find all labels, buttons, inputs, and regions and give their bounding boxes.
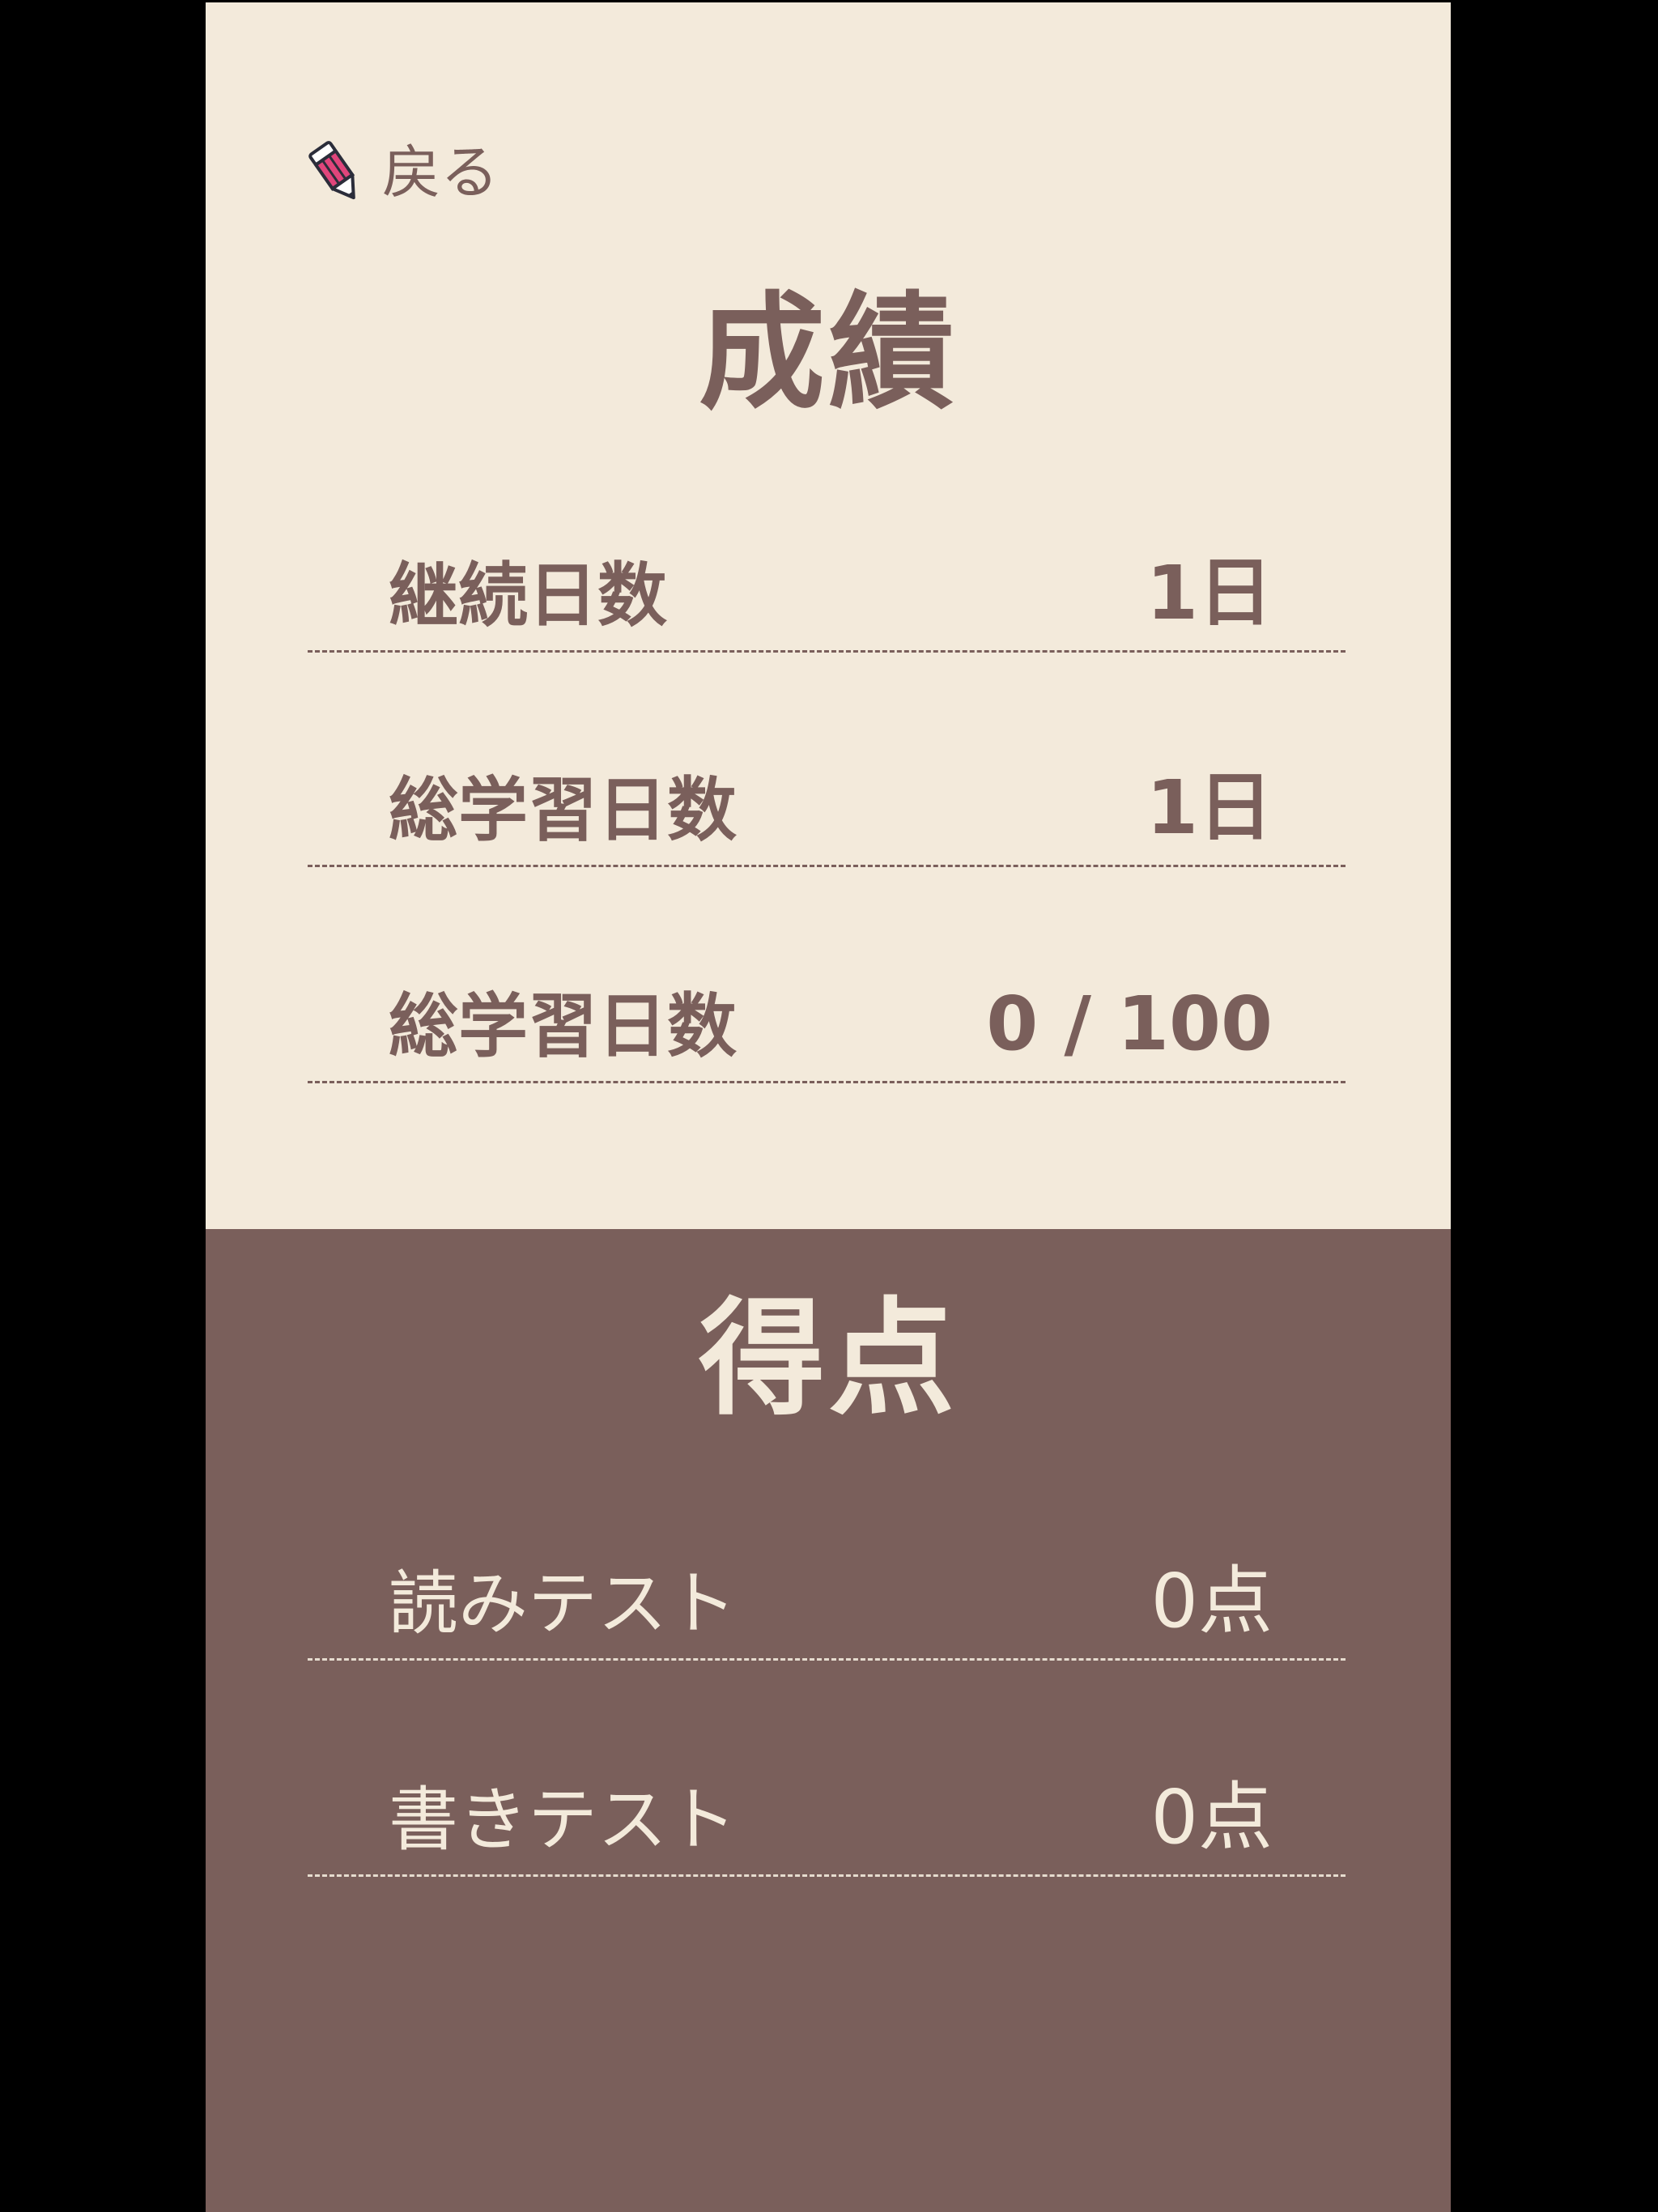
row-value: 0点 — [1150, 1774, 1273, 1861]
row-value: 1日 — [1146, 550, 1273, 636]
back-label: 戻る — [382, 138, 500, 206]
row-value: 0点 — [1150, 1558, 1273, 1644]
app-screen: 戻る 成績 継続日数 1日 総学習日数 1日 総学習日数 0 / 100 得点 … — [206, 0, 1451, 2212]
record-row-streak: 継続日数 1日 — [308, 529, 1346, 653]
score-row-reading: 読みテスト 0点 — [308, 1537, 1346, 1661]
score-row-writing: 書きテスト 0点 — [308, 1753, 1346, 1877]
row-value: 0 / 100 — [986, 981, 1273, 1067]
record-row-total-days: 総学習日数 1日 — [308, 743, 1346, 867]
record-title: 成績 — [699, 279, 958, 427]
row-label: 読みテスト — [389, 1563, 737, 1644]
scores-title: 得点 — [699, 1285, 958, 1432]
record-row-progress: 総学習日数 0 / 100 — [308, 959, 1346, 1083]
row-label: 総学習日数 — [389, 770, 737, 851]
row-value: 1日 — [1146, 764, 1273, 851]
back-button[interactable]: 戻る — [304, 136, 499, 209]
record-section: 戻る 成績 継続日数 1日 総学習日数 1日 総学習日数 0 / 100 — [206, 2, 1451, 1229]
pencil-icon — [308, 141, 355, 200]
row-label: 継続日数 — [389, 555, 667, 636]
scores-section: 得点 読みテスト 0点 書きテスト 0点 — [206, 1229, 1451, 2212]
row-label: 書きテスト — [389, 1780, 737, 1861]
row-label: 総学習日数 — [389, 986, 737, 1067]
